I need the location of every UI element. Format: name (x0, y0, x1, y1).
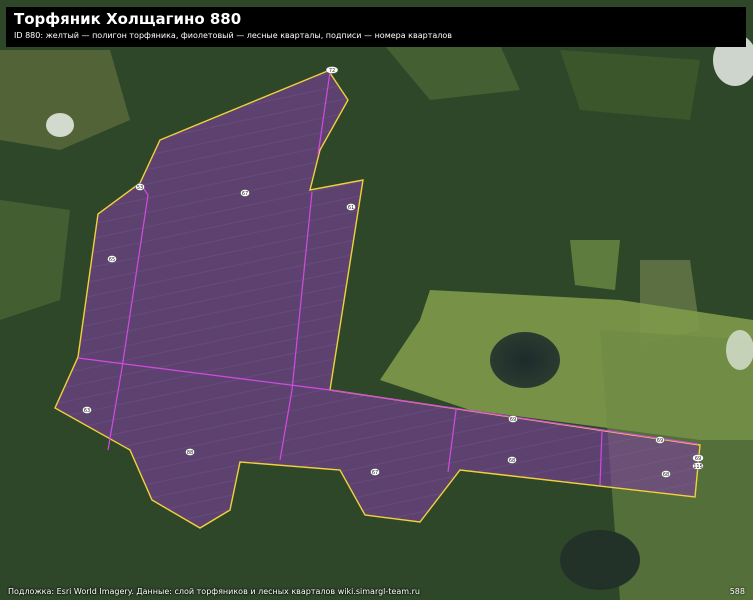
svg-text:53: 53 (137, 185, 143, 191)
svg-text:88: 88 (187, 450, 193, 456)
map-title: Торфяник Холщагино 880 (14, 10, 242, 28)
quarter-label[interactable]: 68 (507, 456, 517, 464)
quarter-label[interactable]: 61 (346, 203, 356, 211)
map-canvas[interactable]: 72 53 67 61 65 63 88 67 69 68 69 68 69 1… (0, 0, 753, 600)
quarter-label[interactable]: 68 (661, 470, 671, 478)
quarter-label[interactable]: 67 (370, 468, 380, 476)
svg-text:61: 61 (348, 205, 354, 211)
cloud (46, 113, 74, 137)
lake (560, 530, 640, 590)
quarter-label[interactable]: 115 (692, 462, 704, 470)
map-title-box: Торфяник Холщагино 880 ID 880: желтый — … (6, 7, 746, 47)
svg-text:69: 69 (695, 456, 701, 462)
corner-label: 588 (729, 587, 745, 596)
svg-text:115: 115 (693, 464, 703, 470)
svg-text:65: 65 (109, 257, 115, 263)
quarter-label[interactable]: 69 (655, 436, 665, 444)
quarter-label[interactable]: 69 (508, 415, 518, 423)
field-area (560, 50, 700, 120)
satellite-basemap: 72 53 67 61 65 63 88 67 69 68 69 68 69 1… (0, 0, 753, 600)
field-area (570, 240, 620, 290)
svg-text:69: 69 (510, 417, 516, 423)
map-subtitle: ID 880: желтый — полигон торфяника, фиол… (14, 31, 452, 40)
svg-text:67: 67 (372, 470, 378, 476)
lake (490, 332, 560, 388)
quarter-label[interactable]: 63 (82, 406, 92, 414)
svg-text:68: 68 (663, 472, 669, 478)
svg-text:72: 72 (329, 68, 335, 74)
attribution-text: Подложка: Esri World Imagery. Данные: сл… (8, 587, 420, 596)
quarter-label[interactable]: 53 (135, 183, 145, 191)
svg-text:67: 67 (242, 191, 248, 197)
quarter-label[interactable]: 65 (107, 255, 117, 263)
svg-text:63: 63 (84, 408, 90, 414)
quarter-label[interactable]: 69 (692, 454, 704, 462)
quarter-label[interactable]: 88 (185, 448, 195, 456)
svg-text:68: 68 (509, 458, 515, 464)
quarter-label[interactable]: 72 (325, 66, 339, 74)
svg-text:69: 69 (657, 438, 663, 444)
cloud (726, 330, 753, 370)
quarter-label[interactable]: 67 (240, 189, 250, 197)
